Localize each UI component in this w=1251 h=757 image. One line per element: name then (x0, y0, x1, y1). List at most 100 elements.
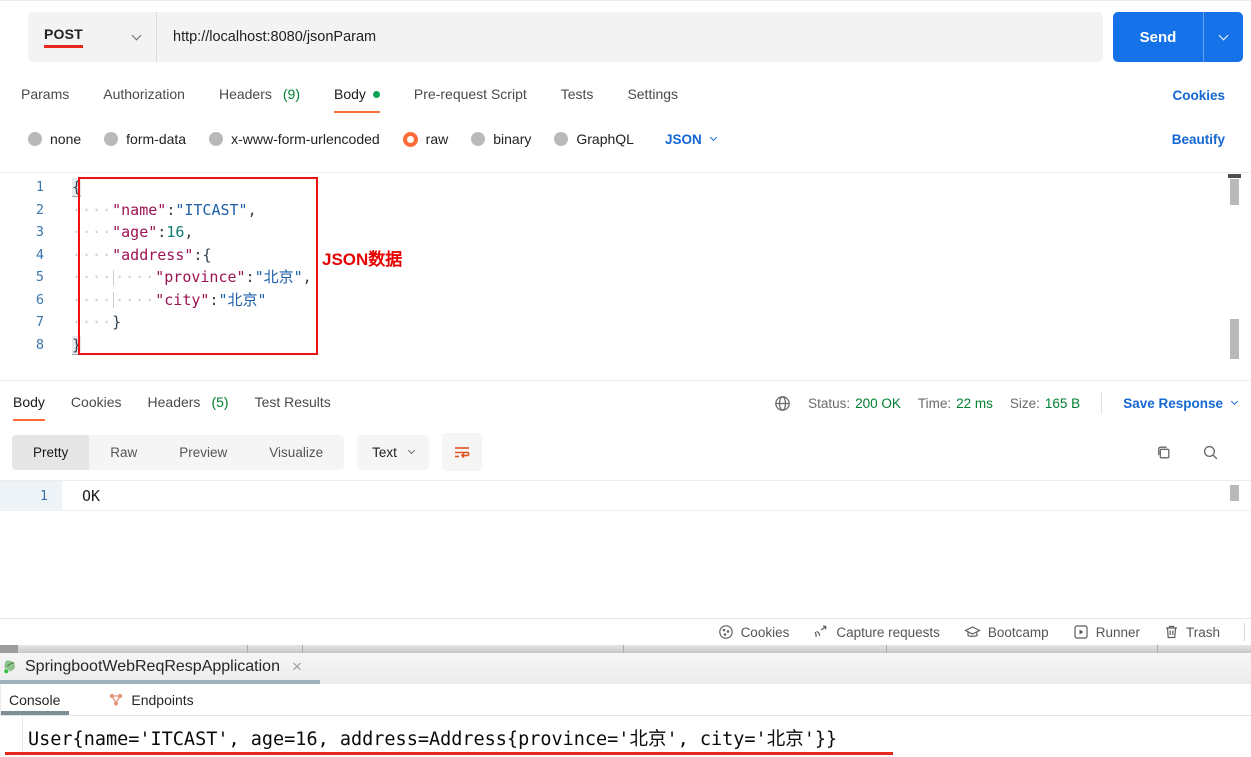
editor-scrollbar-thumb-lower[interactable] (1230, 319, 1239, 359)
tab-console[interactable]: Console (1, 692, 60, 708)
mode-label: x-www-form-urlencoded (231, 131, 380, 147)
separator-divider (623, 645, 624, 653)
copy-icon[interactable] (1155, 444, 1172, 461)
line-number: 6 (35, 291, 44, 308)
trash-icon (1165, 625, 1177, 639)
response-tab-test-results[interactable]: Test Results (255, 394, 331, 412)
code-line[interactable]: 5 ···· ····"province":"北京", (0, 266, 1251, 289)
footer-trash-button[interactable]: Trash (1164, 624, 1220, 640)
view-preview[interactable]: Preview (158, 435, 248, 470)
mode-x-www-form-urlencoded[interactable]: x-www-form-urlencoded (209, 131, 380, 147)
tab-endpoints[interactable]: Endpoints (108, 692, 194, 708)
line-number: 1 (35, 179, 44, 195)
format-label: JSON (664, 131, 702, 147)
response-tab-cookies[interactable]: Cookies (71, 394, 122, 412)
footer-capture-requests-button[interactable]: Capture requests (813, 624, 940, 640)
indent-dots: ···· (115, 290, 156, 309)
tab-body[interactable]: Body (334, 86, 380, 113)
footer-cookies-button[interactable]: Cookies (718, 624, 789, 640)
editor-scrollbar-thumb[interactable] (1230, 179, 1239, 205)
response-tab-headers[interactable]: Headers (5) (148, 394, 229, 412)
url-input[interactable] (173, 29, 1103, 45)
tab-pre-request-script[interactable]: Pre-request Script (414, 86, 527, 104)
body-modified-dot (372, 90, 380, 98)
chevron-down-icon (1218, 30, 1229, 40)
footer-divider (1244, 623, 1245, 641)
radio-icon (28, 132, 42, 146)
tab-tests[interactable]: Tests (561, 86, 594, 104)
mode-graphql[interactable]: GraphQL (554, 131, 634, 147)
code-line[interactable]: 6 ···· ····"city":"北京" (0, 289, 1251, 312)
mode-label: form-data (126, 131, 187, 147)
json-key: "name" (112, 200, 167, 219)
brace: } (72, 335, 82, 354)
footer-item-label: Capture requests (836, 624, 940, 640)
run-configuration-tab[interactable]: SpringbootWebReqRespApplication × (0, 653, 302, 680)
comma: , (184, 223, 194, 241)
view-visualize[interactable]: Visualize (248, 435, 344, 470)
footer-runner-button[interactable]: Runner (1073, 624, 1140, 640)
response-tab-body[interactable]: Body (13, 394, 45, 421)
tab-label: Settings (627, 86, 679, 102)
code-line[interactable]: 8 } (0, 334, 1251, 357)
chevron-down-icon (709, 133, 717, 141)
raw-format-select[interactable]: JSON (664, 131, 717, 147)
wrap-lines-button[interactable] (441, 433, 482, 471)
mode-binary[interactable]: binary (471, 131, 531, 147)
request-body-editor[interactable]: 1 { 2 ····"name":"ITCAST", 3 ····"age":1… (0, 172, 1251, 375)
view-segmented-control: Pretty Raw Preview Visualize (12, 434, 345, 470)
window-separator-strip (0, 645, 1251, 653)
code-text: { (62, 176, 82, 199)
tab-label: Pre-request Script (413, 86, 527, 102)
tab-label: Body (334, 86, 366, 102)
line-number: 4 (35, 246, 44, 263)
network-globe-icon[interactable] (774, 395, 791, 412)
response-scrollbar-thumb[interactable] (1230, 485, 1239, 501)
cookies-link[interactable]: Cookies (1172, 88, 1225, 103)
save-response-label: Save Response (1123, 395, 1223, 411)
chevron-down-icon (407, 446, 415, 454)
code-line[interactable]: 7 ····} (0, 311, 1251, 334)
footer-item-label: Bootcamp (987, 624, 1049, 640)
tab-authorization[interactable]: Authorization (103, 86, 185, 104)
mode-label: none (50, 131, 82, 147)
tab-params[interactable]: Params (21, 86, 69, 104)
code-line[interactable]: 1 { (0, 176, 1251, 199)
mode-none[interactable]: none (28, 131, 81, 147)
footer-bootcamp-button[interactable]: Bootcamp (964, 624, 1049, 640)
search-icon[interactable] (1202, 444, 1219, 461)
separator-divider (886, 645, 887, 653)
time-pair: Time: 22 ms (918, 396, 993, 411)
format-label: Text (372, 444, 397, 460)
code-line[interactable]: 2 ····"name":"ITCAST", (0, 199, 1251, 222)
postman-and-ide-window: POST Send Params Authorization Headers (9… (0, 0, 1251, 757)
beautify-link[interactable]: Beautify (1172, 132, 1225, 147)
mode-raw[interactable]: raw (402, 131, 448, 147)
code-line[interactable]: 3 ····"age":16, (0, 221, 1251, 244)
request-url-bar: POST Send (28, 12, 1243, 62)
close-icon[interactable]: × (292, 658, 302, 675)
view-raw[interactable]: Raw (89, 435, 158, 470)
colon: : (157, 223, 167, 241)
code-text: ····} (62, 311, 121, 334)
ide-console-output-area[interactable]: User{name='ITCAST', age=16, address=Addr… (0, 715, 1251, 757)
save-response-button[interactable]: Save Response (1123, 395, 1239, 411)
console-output-line: User{name='ITCAST', age=16, address=Addr… (28, 729, 838, 750)
send-button[interactable]: Send (1113, 12, 1243, 62)
view-pretty[interactable]: Pretty (12, 434, 90, 470)
response-format-select[interactable]: Text (357, 434, 429, 470)
mode-form-data[interactable]: form-data (104, 131, 186, 147)
tab-headers[interactable]: Headers (9) (219, 86, 300, 104)
send-options-button[interactable] (1203, 12, 1243, 62)
url-field[interactable] (157, 12, 1103, 62)
response-line[interactable]: 1 OK (0, 481, 1251, 511)
headers-count-badge: (9) (282, 86, 300, 102)
tab-settings[interactable]: Settings (627, 86, 678, 104)
send-button-label[interactable]: Send (1113, 12, 1203, 62)
method-selector[interactable]: POST (28, 12, 157, 62)
divider (1101, 392, 1103, 414)
response-body-editor[interactable]: 1 OK (0, 480, 1251, 512)
footer-item-label: Runner (1095, 624, 1140, 640)
code-line[interactable]: 4 ····"address":{ (0, 244, 1251, 267)
footer-item-label: Trash (1185, 624, 1220, 640)
